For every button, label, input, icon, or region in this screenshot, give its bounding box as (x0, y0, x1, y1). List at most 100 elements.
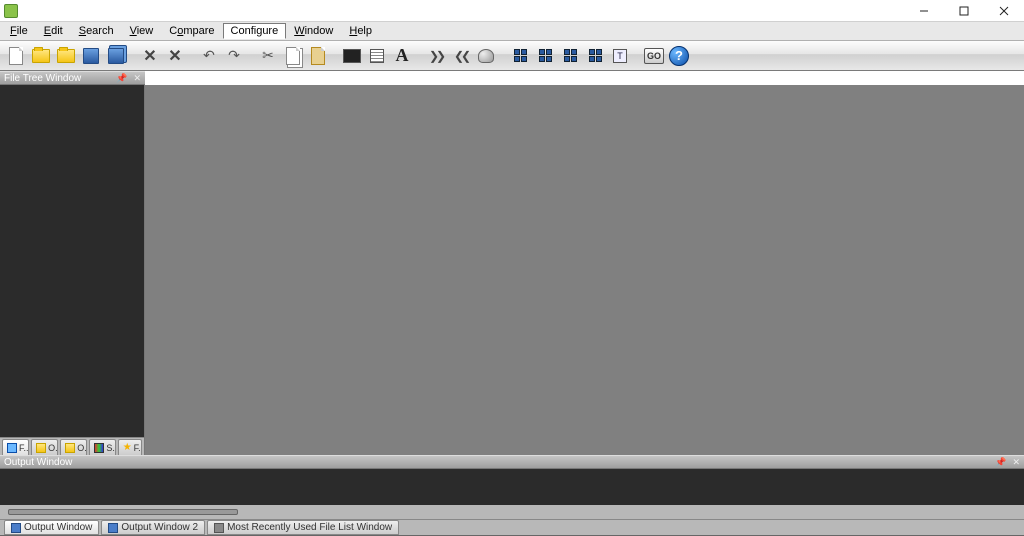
letter-a-icon: A (396, 45, 409, 66)
menu-window[interactable]: Window (286, 23, 341, 39)
grid-icon (514, 49, 527, 62)
list-icon (214, 523, 224, 533)
save-all-button[interactable] (104, 44, 128, 68)
toolbar-sep (635, 44, 639, 68)
chevron-right-icon: ❯❯ (429, 49, 443, 63)
help-button[interactable]: ? (667, 44, 691, 68)
x-plus-icon: ✕ (168, 46, 181, 66)
main-area: F.. O. O. S. ★F. (0, 85, 1024, 455)
paste-icon (311, 47, 325, 65)
filetree-tab-stats[interactable]: S. (89, 439, 115, 455)
folder-icon (32, 49, 50, 63)
disk-icon (83, 48, 99, 64)
terminal-icon (343, 49, 361, 63)
tile-2-button[interactable] (533, 44, 557, 68)
grid-icon (564, 49, 577, 62)
paste-button[interactable] (306, 44, 330, 68)
toolbar-sep (501, 44, 505, 68)
terminal-button[interactable] (340, 44, 364, 68)
copy-button[interactable] (281, 44, 305, 68)
tile-1-button[interactable] (508, 44, 532, 68)
open-recent-button[interactable] (54, 44, 78, 68)
output-icon (108, 523, 118, 533)
list-icon (370, 49, 384, 63)
filetree-tab-open2[interactable]: O. (60, 439, 87, 455)
minimize-button[interactable] (904, 0, 944, 22)
filetree-tab-files[interactable]: F.. (2, 439, 29, 455)
undo-button[interactable]: ↶ (197, 44, 221, 68)
grid-icon (539, 49, 552, 62)
menu-file[interactable]: File (2, 23, 36, 39)
app-icon (4, 4, 18, 18)
tab-output-window-2[interactable]: Output Window 2 (101, 520, 205, 535)
cut-button[interactable]: ✂ (256, 44, 280, 68)
go-icon: GO (644, 48, 664, 64)
output-icon (11, 523, 21, 533)
workspace[interactable] (145, 85, 1024, 455)
toolbar-sep (249, 44, 253, 68)
output-scrollbar-row (0, 505, 1024, 519)
chart-icon (94, 443, 104, 453)
list-button[interactable] (365, 44, 389, 68)
toolbar-sep (333, 44, 337, 68)
menu-search[interactable]: Search (71, 23, 122, 39)
redo-icon: ↷ (228, 47, 240, 64)
menu-compare[interactable]: Compare (161, 23, 222, 39)
filetree-title: File Tree Window (4, 73, 81, 84)
kettle-icon (478, 49, 494, 63)
new-file-button[interactable] (4, 44, 28, 68)
filetree-tab-open1[interactable]: O. (31, 439, 58, 455)
titlebar-left (0, 4, 22, 18)
menubar: File Edit Search View Compare Configure … (0, 22, 1024, 41)
toolbar-sep (417, 44, 421, 68)
tile-3-button[interactable] (558, 44, 582, 68)
window-controls (904, 0, 1024, 22)
output-header: Output Window 📌 ✕ (0, 455, 1024, 469)
menu-edit[interactable]: Edit (36, 23, 71, 39)
filetree-body[interactable] (0, 85, 144, 437)
chevron-left-icon: ❮❮ (454, 49, 468, 63)
template-button[interactable]: T (608, 44, 632, 68)
help-icon: ? (669, 46, 689, 66)
font-button[interactable]: A (390, 44, 414, 68)
tile-4-button[interactable] (583, 44, 607, 68)
close-icon[interactable]: ✕ (133, 73, 141, 84)
menu-help[interactable]: Help (341, 23, 380, 39)
output-tabs: Output Window Output Window 2 Most Recen… (0, 519, 1024, 536)
go-button[interactable]: GO (642, 44, 666, 68)
tab-mru-window[interactable]: Most Recently Used File List Window (207, 520, 399, 535)
output-title: Output Window (4, 457, 72, 468)
maximize-button[interactable] (944, 0, 984, 22)
next-button[interactable]: ❯❯ (424, 44, 448, 68)
save-button[interactable] (79, 44, 103, 68)
toolbar: ✕ ✕ ↶ ↷ ✂ A ❯❯ ❮❮ T GO ? (0, 41, 1024, 71)
pin-icon[interactable]: 📌 (116, 73, 127, 84)
horizontal-scrollbar[interactable] (8, 509, 238, 515)
t-icon: T (613, 49, 627, 63)
filetree-tab-fav[interactable]: ★F. (118, 439, 142, 455)
copy-icon (286, 47, 300, 65)
toolbar-sep (131, 44, 135, 68)
close-icon[interactable]: ✕ (1012, 457, 1020, 468)
disk-stack-icon (108, 48, 124, 64)
redo-button[interactable]: ↷ (222, 44, 246, 68)
filetree-tabs: F.. O. O. S. ★F. (0, 437, 144, 455)
titlebar (0, 0, 1024, 22)
open-button[interactable] (29, 44, 53, 68)
menu-view[interactable]: View (122, 23, 162, 39)
output-body[interactable] (0, 469, 1024, 505)
prev-button[interactable]: ❮❮ (449, 44, 473, 68)
filetree-panel: F.. O. O. S. ★F. (0, 85, 145, 455)
close-button[interactable] (984, 0, 1024, 22)
star-icon: ★ (123, 442, 132, 453)
pin-icon[interactable]: 📌 (995, 457, 1006, 468)
undo-icon: ↶ (203, 47, 215, 64)
close-all-button[interactable]: ✕ (163, 44, 187, 68)
folder-arrow-icon (57, 49, 75, 63)
close-file-button[interactable]: ✕ (138, 44, 162, 68)
menu-configure[interactable]: Configure (223, 23, 287, 39)
build-button[interactable] (474, 44, 498, 68)
grid-icon (589, 49, 602, 62)
tab-output-window[interactable]: Output Window (4, 520, 99, 535)
folder-icon (65, 443, 75, 453)
